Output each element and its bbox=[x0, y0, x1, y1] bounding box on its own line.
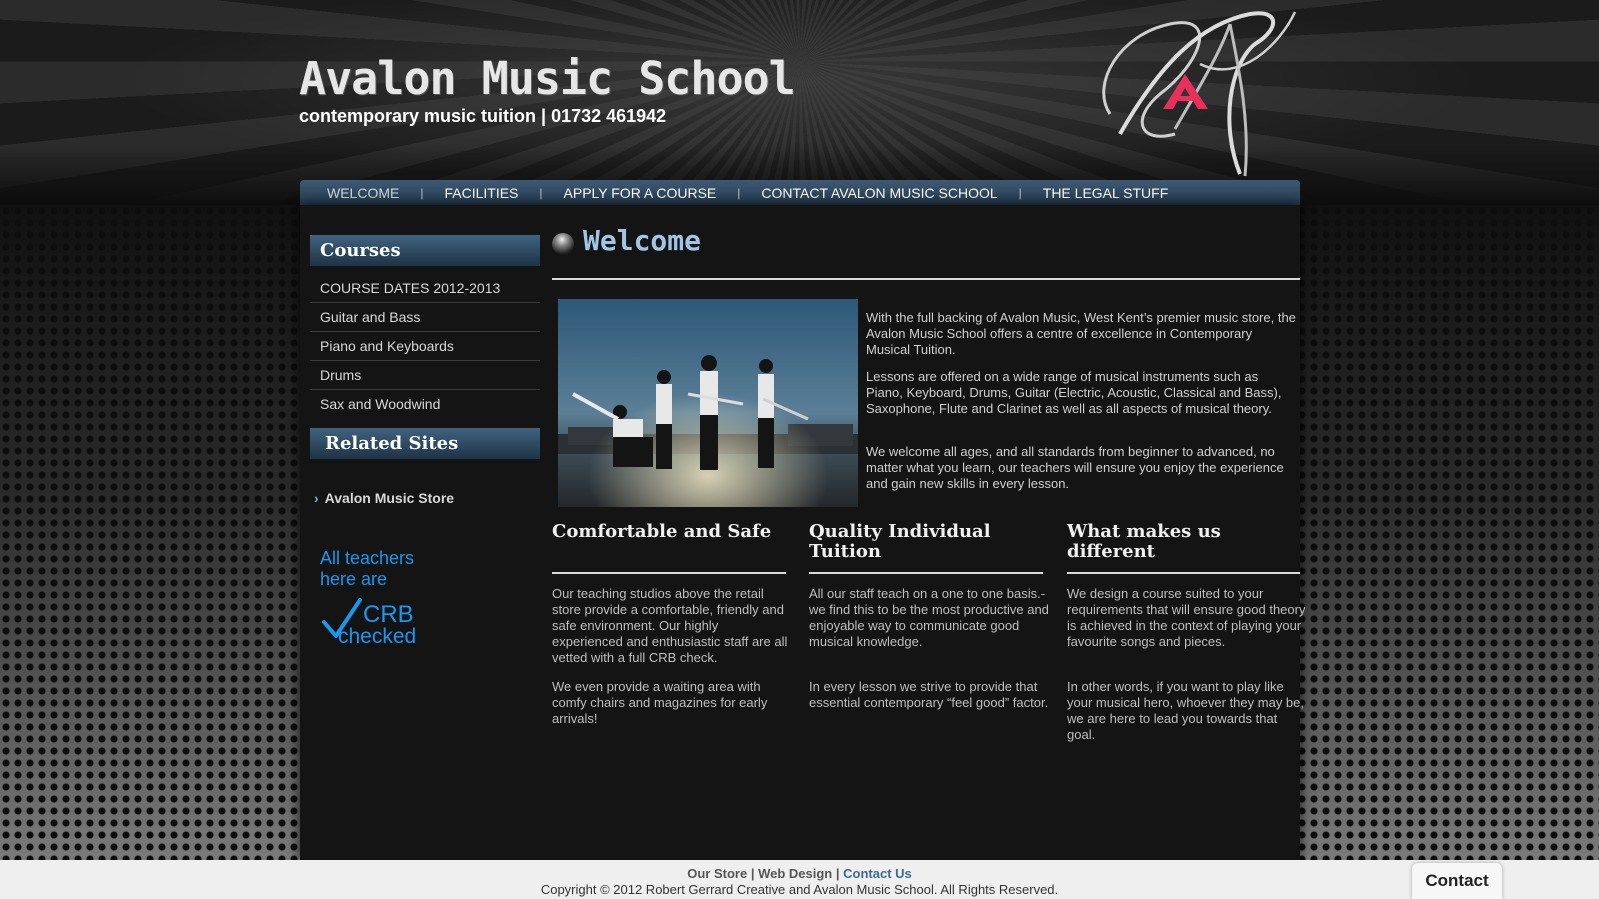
column-paragraph: In every lesson we strive to provide tha… bbox=[809, 679, 1049, 710]
nav-separator: | bbox=[539, 185, 543, 200]
avalon-logo[interactable] bbox=[1080, 4, 1305, 182]
course-link[interactable]: Drums bbox=[310, 361, 540, 390]
column-heading: Comfortable and Safe bbox=[552, 521, 772, 542]
crb-line: CRB bbox=[363, 601, 414, 628]
site-title[interactable]: Avalon Music School bbox=[299, 52, 796, 105]
nav-contact[interactable]: CONTACT AVALON MUSIC SCHOOL bbox=[761, 185, 997, 201]
intro-paragraph: Lessons are offered on a wide range of m… bbox=[866, 369, 1282, 416]
footer-link-our-store[interactable]: Our Store bbox=[687, 866, 747, 881]
footer-link-web-design[interactable]: Web Design bbox=[758, 866, 832, 881]
intro-paragraph: With the full backing of Avalon Music, W… bbox=[866, 310, 1296, 357]
crb-line: All teachers bbox=[320, 548, 415, 568]
nav-welcome[interactable]: WELCOME bbox=[327, 185, 399, 201]
crb-checked-badge: All teachers here are CRB checked bbox=[320, 548, 430, 648]
band-photo bbox=[558, 299, 858, 507]
course-link[interactable]: Sax and Woodwind bbox=[310, 390, 540, 418]
column-paragraph: In other words, if you want to play like… bbox=[1067, 679, 1304, 742]
copyright: Copyright © 2012 Robert Gerrard Creative… bbox=[540, 882, 1059, 897]
column-paragraph: We even provide a waiting area with comf… bbox=[552, 679, 768, 726]
nav-separator: | bbox=[1018, 185, 1022, 200]
crb-line: here are bbox=[320, 569, 388, 589]
nav-facilities[interactable]: FACILITIES bbox=[444, 185, 518, 201]
nav-separator: | bbox=[737, 185, 741, 200]
related-site-label: Avalon Music Store bbox=[324, 490, 455, 506]
main-nav: WELCOME | FACILITIES | APPLY FOR A COURS… bbox=[300, 180, 1300, 205]
footer-links: Our Store | Web Design | Contact Us bbox=[0, 866, 1599, 881]
sphere-bullet-icon bbox=[552, 233, 574, 255]
course-link[interactable]: Piano and Keyboards bbox=[310, 332, 540, 361]
chevron-right-icon: › bbox=[314, 490, 319, 506]
footer-separator: | bbox=[750, 866, 755, 881]
footer: Our Store | Web Design | Contact Us Copy… bbox=[0, 860, 1599, 899]
course-link[interactable]: COURSE DATES 2012-2013 bbox=[310, 274, 540, 303]
column-divider bbox=[552, 572, 786, 574]
header-background bbox=[0, 0, 1599, 205]
nav-separator: | bbox=[420, 185, 424, 200]
tagline: contemporary music tuition | 01732 46194… bbox=[299, 106, 667, 126]
column-heading: What makes us different bbox=[1067, 521, 1221, 562]
footer-link-contact-us[interactable]: Contact Us bbox=[843, 866, 912, 881]
title-divider bbox=[552, 278, 1300, 280]
column-paragraph: Our teaching studios above the retail st… bbox=[552, 586, 788, 665]
column-heading: Quality Individual Tuition bbox=[809, 521, 991, 562]
nav-apply-for-a-course[interactable]: APPLY FOR A COURSE bbox=[564, 185, 717, 201]
related-sites-heading: Related Sites bbox=[310, 428, 540, 459]
nav-legal[interactable]: THE LEGAL STUFF bbox=[1043, 185, 1169, 201]
column-paragraph: We design a course suited to your requir… bbox=[1067, 586, 1306, 649]
column-divider bbox=[1067, 572, 1300, 574]
related-site-link[interactable]: › Avalon Music Store bbox=[314, 490, 454, 506]
page-title: Welcome bbox=[583, 224, 702, 257]
contact-tab-button[interactable]: Contact bbox=[1412, 863, 1502, 899]
course-link[interactable]: Guitar and Bass bbox=[310, 303, 540, 332]
courses-heading: Courses bbox=[310, 235, 540, 266]
crb-line: checked bbox=[338, 625, 417, 648]
footer-separator: | bbox=[835, 866, 840, 881]
column-paragraph: All our staff teach on a one to one basi… bbox=[809, 586, 1049, 649]
column-divider bbox=[809, 572, 1043, 574]
intro-paragraph: We welcome all ages, and all standards f… bbox=[866, 444, 1284, 491]
courses-list: COURSE DATES 2012-2013 Guitar and Bass P… bbox=[310, 274, 540, 418]
